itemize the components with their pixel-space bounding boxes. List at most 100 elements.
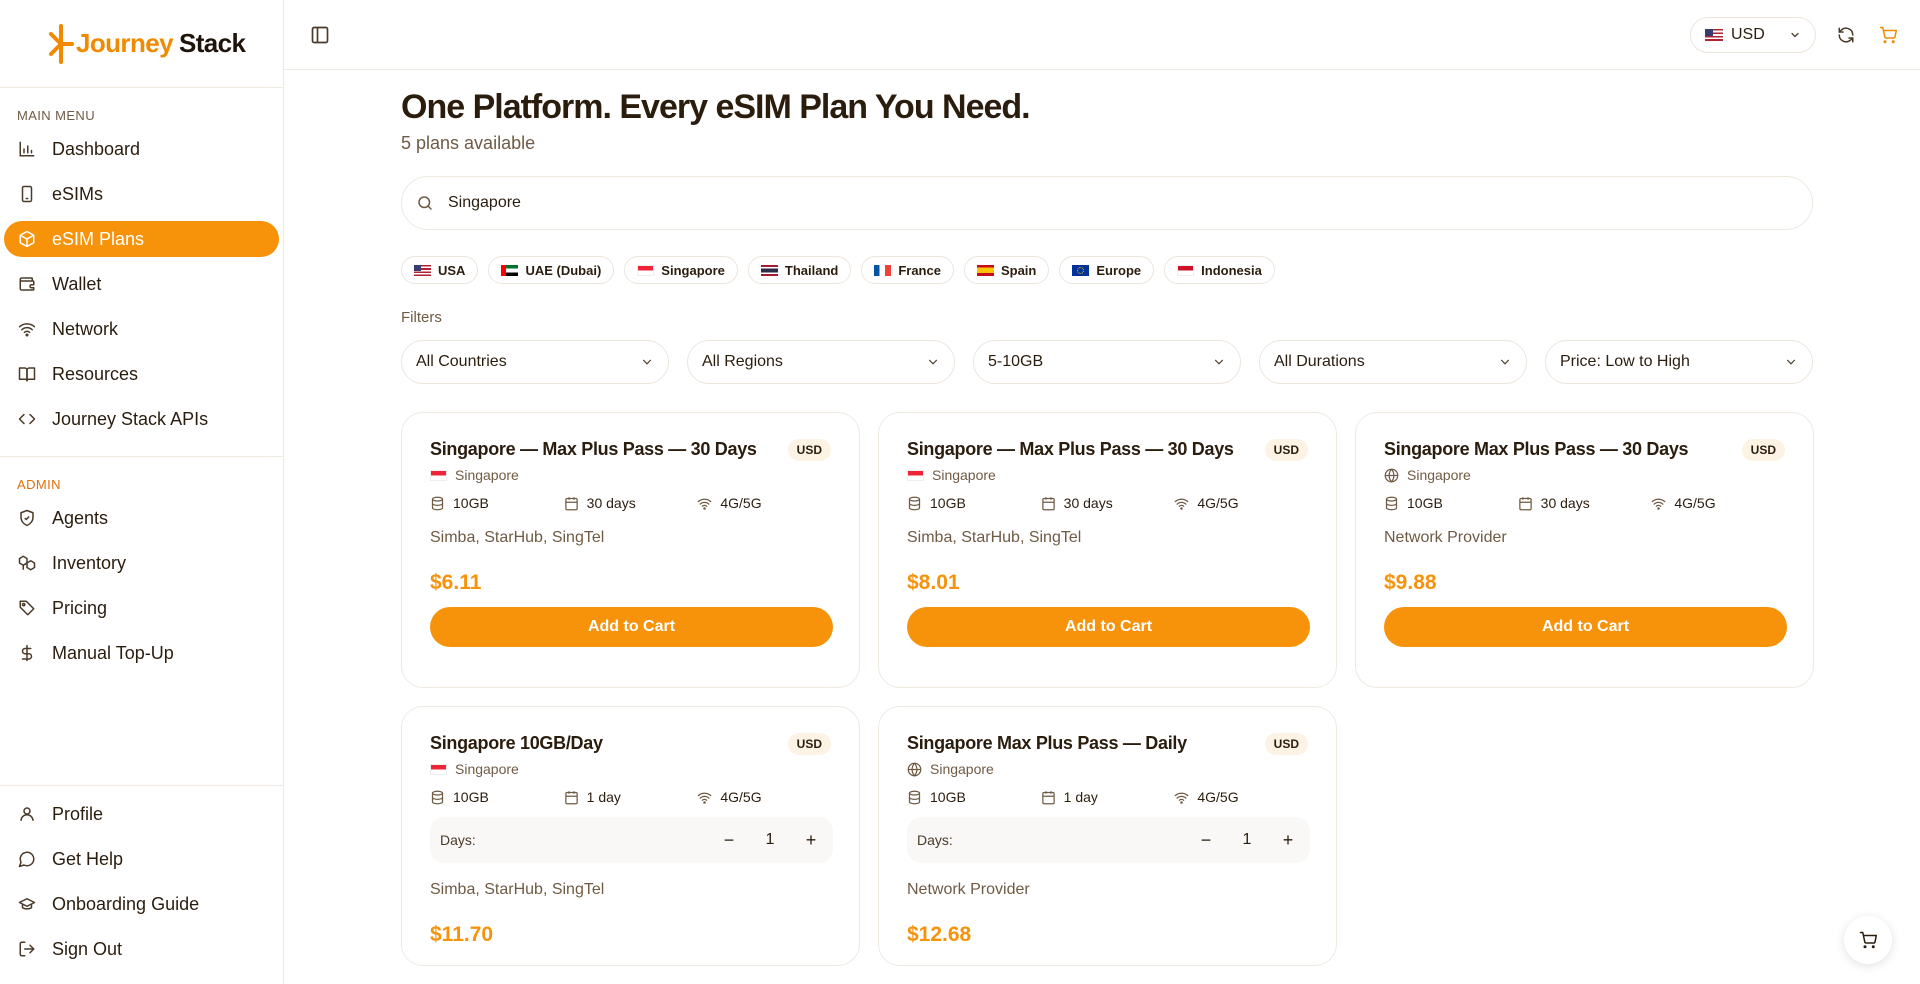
spain-flag-icon	[976, 264, 994, 276]
chip-europe[interactable]: Europe	[1059, 256, 1155, 284]
chip-label: Indonesia	[1201, 262, 1262, 278]
data-filter-select[interactable]: 5-10GB	[973, 340, 1241, 384]
plan-country: Singapore	[930, 761, 994, 777]
brand-name-part2: Stack	[178, 28, 246, 58]
sidebar-item-label: Journey Stack APIs	[52, 408, 209, 429]
cart-icon	[1859, 931, 1877, 949]
sidebar-item-label: Wallet	[52, 273, 102, 294]
boxes-icon	[18, 554, 36, 572]
graduation-cap-icon	[18, 895, 36, 913]
sidebar-item-apis[interactable]: Journey Stack APIs	[4, 401, 279, 437]
shield-check-icon	[18, 509, 36, 527]
add-to-cart-button[interactable]: Add to Cart	[430, 607, 833, 647]
brand-logo[interactable]: Journey Stack	[48, 23, 246, 64]
plans-content: One Platform. Every eSIM Plan You Need. …	[284, 70, 1814, 966]
sidebar-item-resources[interactable]: Resources	[4, 356, 279, 392]
select-value: All Countries	[416, 353, 507, 370]
sidebar-item-sign-out[interactable]: Sign Out	[4, 931, 279, 967]
topbar: USD	[284, 0, 1920, 70]
wifi-icon	[697, 792, 712, 804]
us-flag-icon	[414, 264, 431, 276]
topbar-actions: USD	[1690, 16, 1900, 53]
sort-select[interactable]: Price: Low to High	[1545, 340, 1813, 384]
plan-duration: 30 days	[1540, 495, 1590, 511]
decrement-button[interactable]: −	[717, 828, 741, 852]
region-filter-select[interactable]: All Regions	[687, 340, 955, 384]
currency-badge: USD	[1741, 439, 1785, 461]
add-to-cart-button[interactable]: Add to Cart	[907, 607, 1310, 647]
sidebar-item-label: Agents	[52, 507, 109, 528]
refresh-icon[interactable]	[1834, 23, 1858, 47]
increment-button[interactable]: +	[1276, 828, 1300, 852]
main-area: USD One Platform. Every eSIM Plan You Ne…	[284, 0, 1920, 984]
chip-thailand[interactable]: Thailand	[747, 256, 852, 284]
chip-label: USA	[438, 262, 466, 278]
calendar-icon	[1518, 496, 1532, 510]
days-label: Days:	[917, 832, 953, 848]
sidebar-item-esims[interactable]: eSIMs	[4, 176, 279, 212]
chip-singapore[interactable]: Singapore	[624, 256, 738, 284]
cart-icon[interactable]	[1876, 23, 1900, 47]
chip-usa[interactable]: USA	[401, 256, 479, 284]
days-stepper-row: Days: − 1 +	[430, 817, 833, 863]
database-icon	[908, 496, 921, 510]
plan-country: Singapore	[1407, 467, 1471, 483]
add-to-cart-button[interactable]: Add to Cart	[1384, 607, 1787, 647]
sidebar-toggle-icon[interactable]	[310, 25, 330, 45]
duration-filter-select[interactable]: All Durations	[1259, 340, 1527, 384]
plan-card: Singapore — Max Plus Pass — 30 Days USD S…	[401, 412, 860, 688]
select-value: All Durations	[1274, 353, 1365, 370]
plan-networks: Simba, StarHub, SingTel	[430, 881, 605, 898]
sidebar-item-inventory[interactable]: Inventory	[4, 545, 279, 581]
floating-cart-button[interactable]	[1844, 916, 1892, 964]
thailand-flag-icon	[760, 264, 778, 276]
admin-label: ADMIN	[17, 477, 61, 492]
sidebar-item-label: Resources	[52, 363, 139, 384]
currency-selector[interactable]: USD	[1690, 16, 1816, 53]
plan-price: $12.68	[907, 923, 972, 946]
sidebar-item-dashboard[interactable]: Dashboard	[4, 131, 279, 167]
chip-france[interactable]: France	[861, 256, 954, 284]
calendar-icon	[564, 790, 578, 804]
chevron-down-icon	[1500, 359, 1510, 365]
days-stepper: − 1 +	[717, 828, 823, 852]
sidebar-item-label: Get Help	[52, 848, 124, 869]
phone-icon	[18, 185, 36, 203]
currency-badge: USD	[787, 733, 831, 755]
chip-indonesia[interactable]: Indonesia	[1164, 256, 1275, 284]
singapore-flag-icon	[637, 264, 655, 276]
sidebar-item-get-help[interactable]: Get Help	[4, 841, 279, 877]
sidebar-item-esim-plans[interactable]: eSIM Plans	[4, 221, 279, 257]
plan-title: Singapore 10GB/Day	[430, 733, 603, 753]
wallet-icon	[18, 275, 36, 293]
sidebar-item-profile[interactable]: Profile	[4, 796, 279, 832]
main-menu-label: MAIN MENU	[17, 108, 95, 123]
decrement-button[interactable]: −	[1194, 828, 1218, 852]
sidebar-item-agents[interactable]: Agents	[4, 500, 279, 536]
search-input[interactable]	[448, 194, 1748, 212]
sidebar-bottom: Profile Get Help Onboarding Guide Sign O…	[0, 785, 283, 984]
calendar-icon	[1041, 790, 1055, 804]
sidebar-item-wallet[interactable]: Wallet	[4, 266, 279, 302]
book-icon	[18, 365, 36, 383]
eu-flag-icon	[1072, 264, 1090, 276]
increment-button[interactable]: +	[799, 828, 823, 852]
wifi-icon	[1651, 498, 1666, 510]
chip-uae[interactable]: UAE (Dubai)	[488, 256, 615, 284]
package-icon	[18, 230, 36, 248]
sidebar-item-pricing[interactable]: Pricing	[4, 590, 279, 626]
plan-price: $6.11	[430, 571, 482, 594]
bar-chart-icon	[18, 140, 36, 158]
sidebar-item-onboarding-guide[interactable]: Onboarding Guide	[4, 886, 279, 922]
search-bar	[401, 176, 1813, 230]
logo-area: Journey Stack	[0, 0, 283, 88]
currency-value: USD	[1731, 25, 1765, 43]
chip-spain[interactable]: Spain	[963, 256, 1050, 284]
country-filter-select[interactable]: All Countries	[401, 340, 669, 384]
sidebar-item-network[interactable]: Network	[4, 311, 279, 347]
plan-networks: Network Provider	[907, 881, 1030, 898]
plan-title: Singapore Max Plus Pass — 30 Days	[1384, 439, 1689, 459]
days-stepper: − 1 +	[1194, 828, 1300, 852]
sidebar-item-manual-top-up[interactable]: Manual Top-Up	[4, 635, 279, 671]
sidebar-item-label: Profile	[52, 803, 104, 824]
